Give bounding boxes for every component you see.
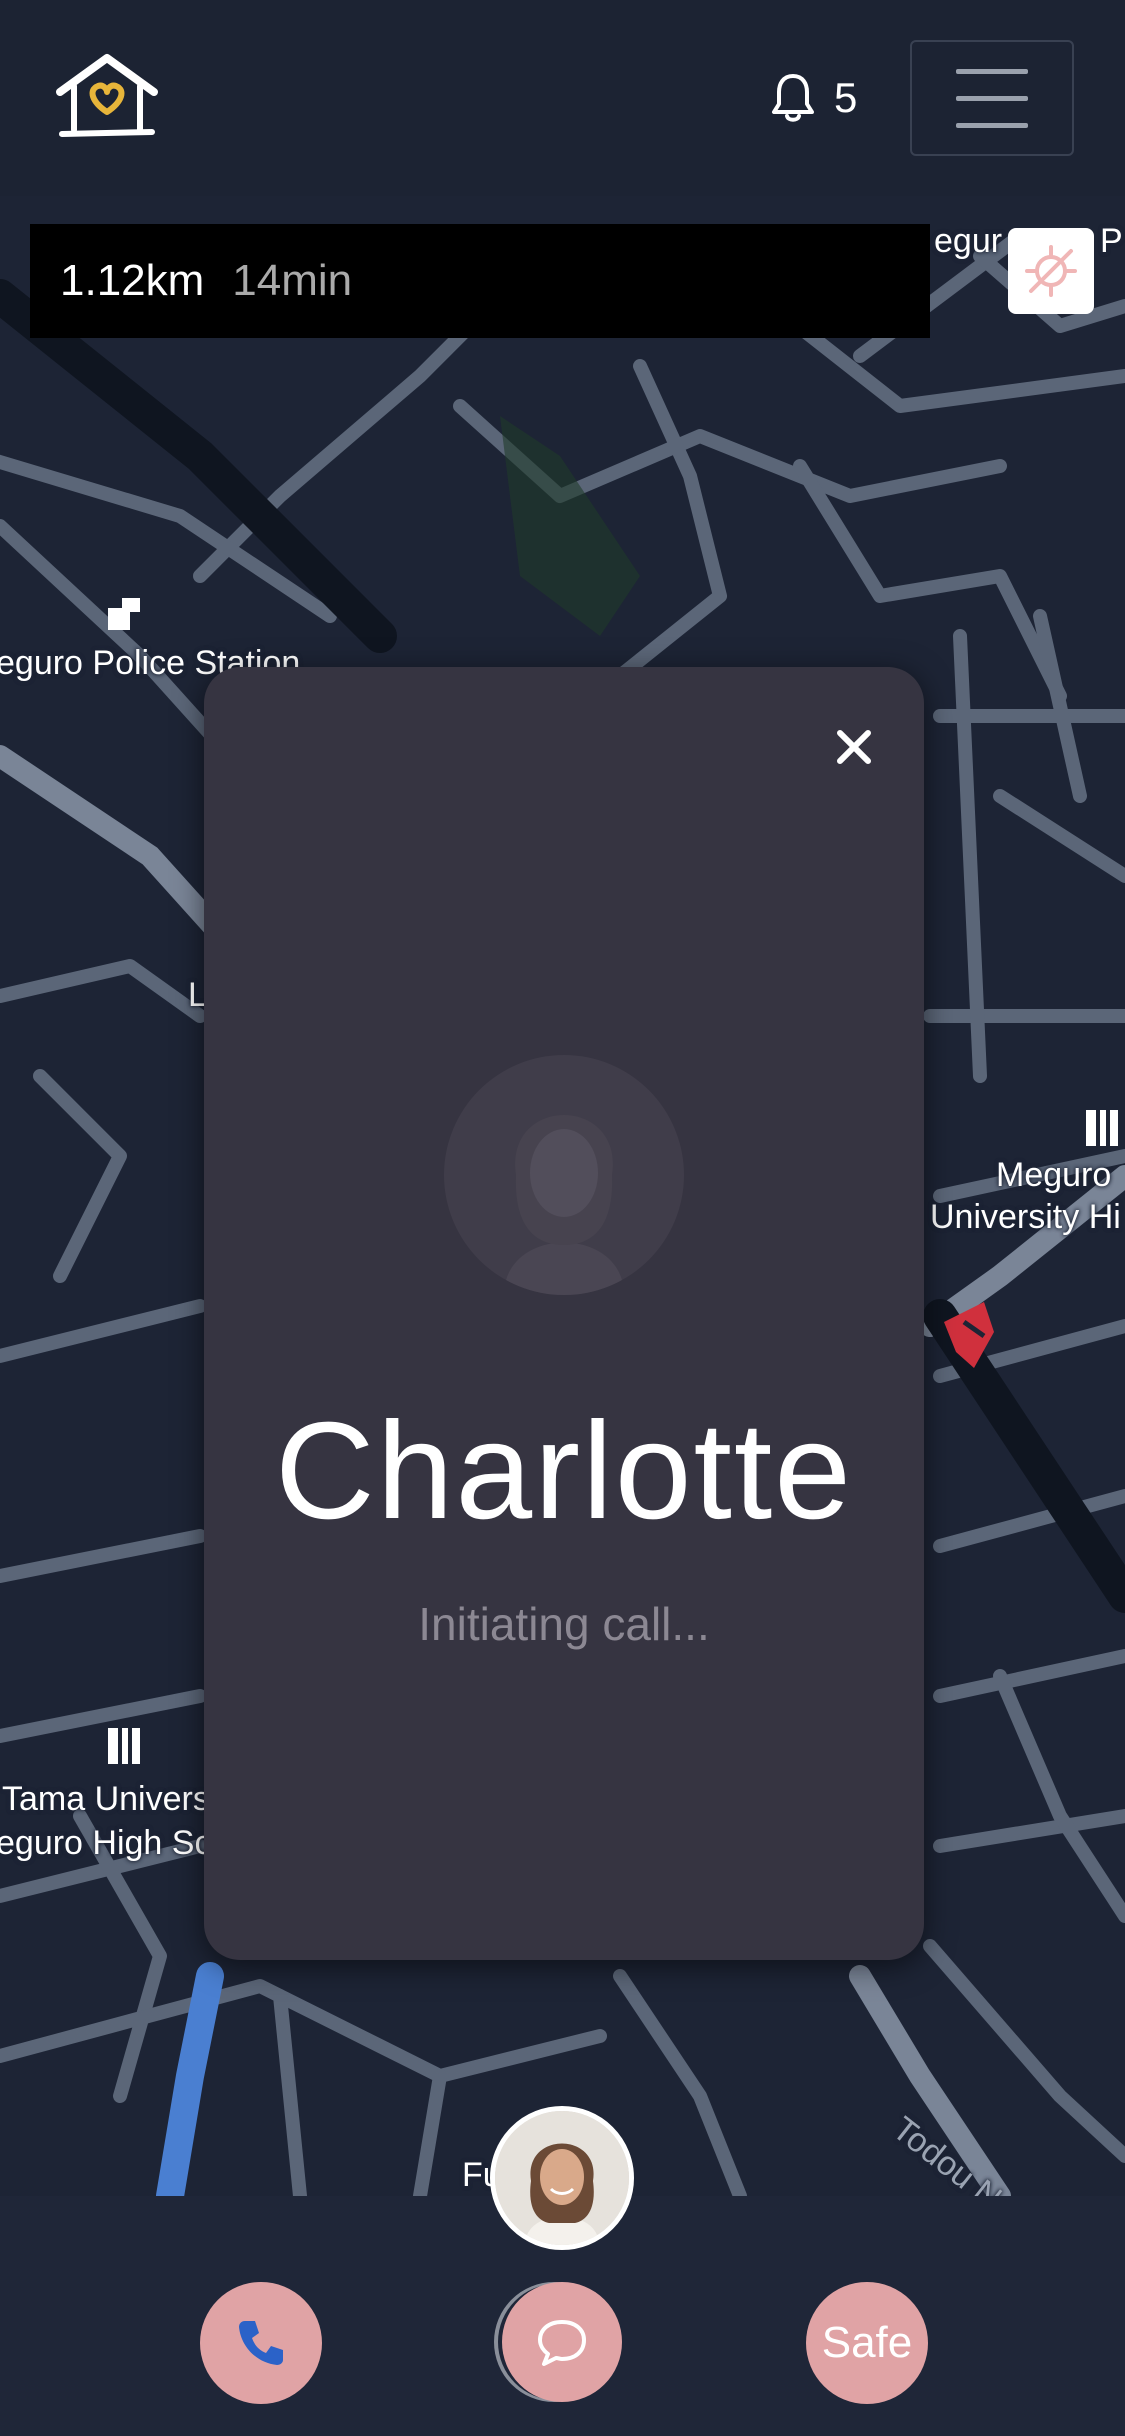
phone-icon <box>239 2321 283 2365</box>
close-icon <box>837 730 871 764</box>
map-label-tama-university-1: Tama Univers <box>2 1780 210 1818</box>
chat-button[interactable] <box>502 2282 622 2402</box>
app-header: 5 <box>0 0 1125 196</box>
call-button[interactable] <box>200 2282 322 2404</box>
map-label-meguro-university-1: Meguro <box>996 1156 1112 1194</box>
notification-button[interactable]: 5 <box>770 68 857 128</box>
hamburger-menu-icon <box>956 68 1028 74</box>
house-heart-logo[interactable] <box>52 50 162 140</box>
menu-button[interactable] <box>910 40 1074 156</box>
route-duration: 14min <box>232 256 353 305</box>
map-label-meguro-university-2: University Hi <box>930 1198 1121 1236</box>
menu-line <box>956 95 1028 101</box>
route-info-bar: 1.12km 14min <box>30 224 930 338</box>
location-off-icon <box>1025 245 1077 297</box>
contact-avatar[interactable] <box>490 2106 634 2250</box>
notification-count: 5 <box>834 74 858 121</box>
map-label-top-right-2: P <box>1100 222 1123 260</box>
safe-button[interactable]: Safe <box>806 2282 928 2404</box>
call-dialog: Charlotte Initiating call... <box>204 667 924 1960</box>
bell-icon <box>772 74 814 122</box>
caller-name: Charlotte <box>275 1394 853 1548</box>
safe-button-label: Safe <box>821 2318 913 2367</box>
close-call-button[interactable] <box>824 717 884 777</box>
caller-avatar <box>444 1055 684 1295</box>
menu-line <box>956 122 1028 128</box>
route-distance: 1.12km <box>60 256 205 305</box>
call-status: Initiating call... <box>418 1598 710 1650</box>
map-label-top-right: egur <box>934 222 1003 260</box>
chat-bubble-icon <box>538 2320 586 2366</box>
map-label-tama-university-2: eguro High Sc <box>0 1824 212 1862</box>
recenter-button[interactable] <box>1008 228 1094 314</box>
